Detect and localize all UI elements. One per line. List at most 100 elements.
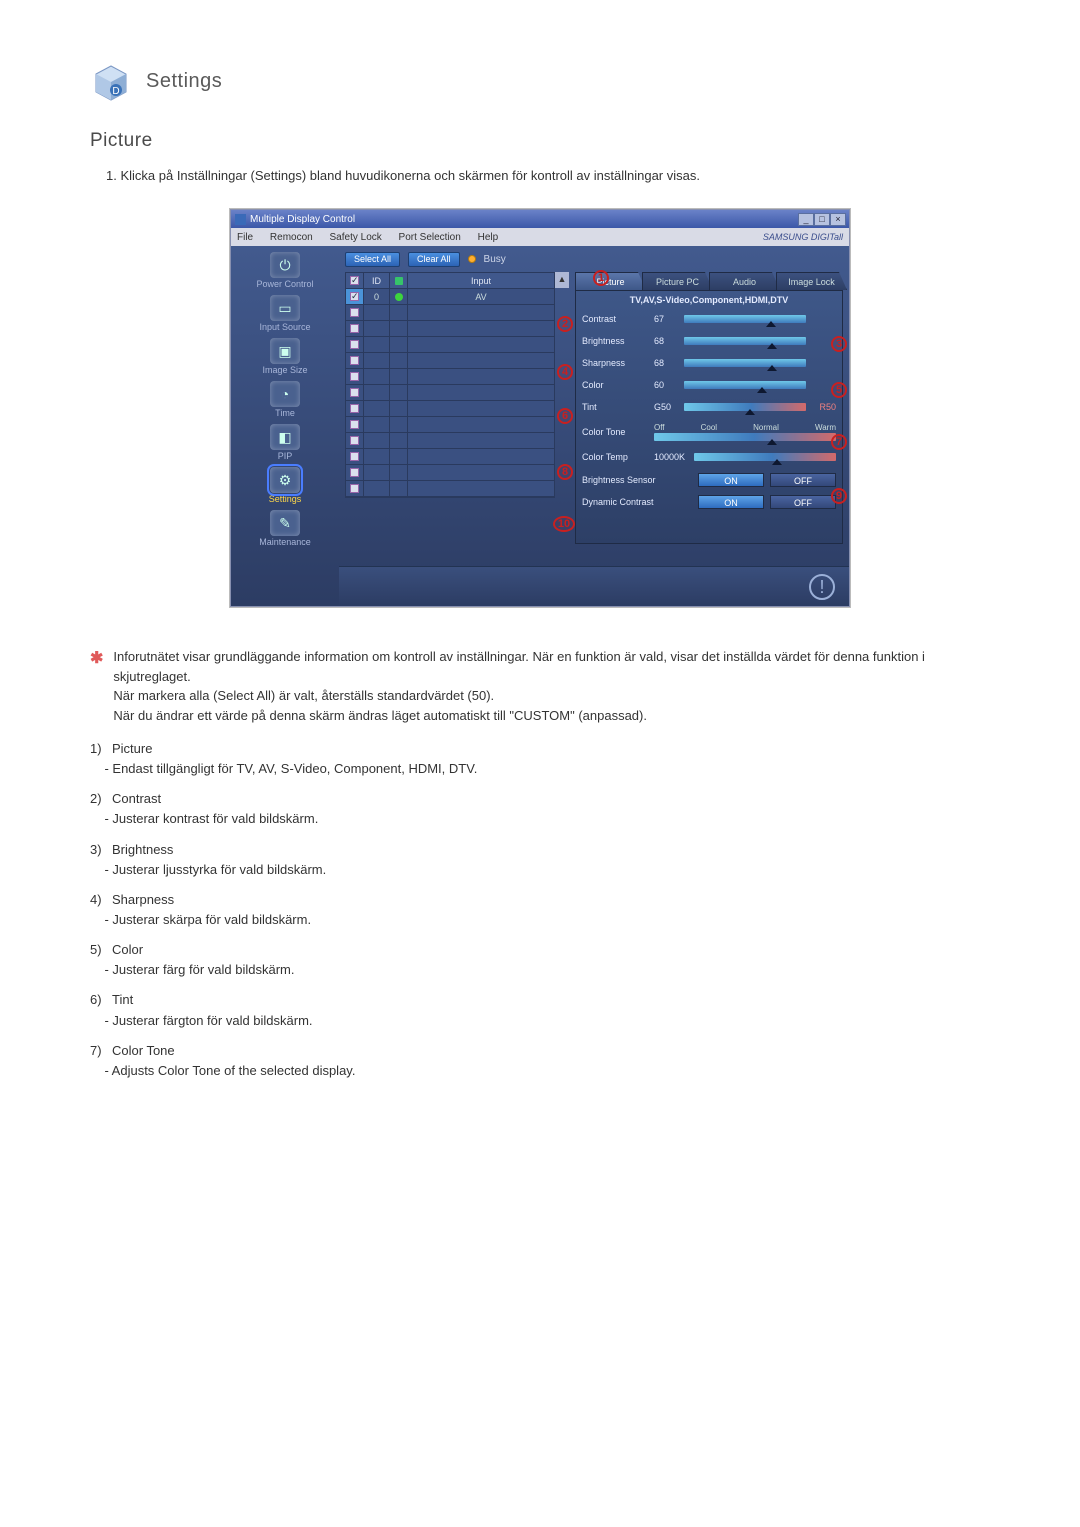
list-item: 4)Sharpness - Justerar skärpa för vald b… xyxy=(90,890,990,930)
color-tone-cool[interactable]: Cool xyxy=(701,423,717,432)
menu-help[interactable]: Help xyxy=(478,232,499,243)
tint-left: G50 xyxy=(654,402,684,412)
sidebar-item-power-control[interactable]: ⏻ Power Control xyxy=(235,252,335,289)
sharpness-label: Sharpness xyxy=(582,358,654,368)
tint-label: Tint xyxy=(582,402,654,412)
list-item: 6)Tint - Justerar färgton för vald bilds… xyxy=(90,990,990,1030)
sharpness-slider[interactable] xyxy=(684,359,806,367)
sidebar-item-label: PIP xyxy=(235,451,335,461)
menu-file[interactable]: File xyxy=(237,232,253,243)
table-row[interactable] xyxy=(346,337,554,353)
tab-picture[interactable]: Picture xyxy=(575,272,646,290)
sidebar-item-pip[interactable]: ◧ PIP xyxy=(235,424,335,461)
time-icon: ◔ xyxy=(270,381,300,407)
sharpness-value: 68 xyxy=(654,358,684,368)
display-grid: ID Input 0 AV xyxy=(345,272,555,498)
menu-safety-lock[interactable]: Safety Lock xyxy=(330,232,382,243)
color-tone-warm[interactable]: Warm xyxy=(815,423,836,432)
close-button[interactable]: × xyxy=(830,213,846,226)
sidebar-item-time[interactable]: ◔ Time xyxy=(235,381,335,418)
table-row[interactable] xyxy=(346,465,554,481)
numbered-list: 1)Picture - Endast tillgängligt för TV, … xyxy=(90,739,990,1081)
settings-panel: Picture Picture PC Audio Image Lock TV,A… xyxy=(575,272,843,562)
color-temp-value: 10000K xyxy=(654,452,694,462)
settings-icon: ⚙ xyxy=(270,467,300,493)
callout-10: 10 xyxy=(553,516,575,532)
tint-right: R50 xyxy=(806,402,836,412)
callout-6: 6 xyxy=(557,408,573,424)
brightness-sensor-off-button[interactable]: OFF xyxy=(770,473,836,487)
settings-cube-icon: D xyxy=(90,60,132,102)
table-row[interactable] xyxy=(346,449,554,465)
menu-port-selection[interactable]: Port Selection xyxy=(399,232,461,243)
clear-all-button[interactable]: Clear All xyxy=(408,252,460,267)
tab-audio[interactable]: Audio xyxy=(709,272,780,290)
sidebar-item-label: Settings xyxy=(235,494,335,504)
pip-icon: ◧ xyxy=(270,424,300,450)
row-id: 0 xyxy=(364,289,390,304)
grid-head-status xyxy=(390,273,408,288)
color-temp-slider[interactable] xyxy=(694,453,836,461)
brightness-sensor-on-button[interactable]: ON xyxy=(698,473,764,487)
window-titlebar: Multiple Display Control _ □ × xyxy=(231,210,849,228)
image-size-icon: ▣ xyxy=(270,338,300,364)
callout-8: 8 xyxy=(557,464,573,480)
table-row[interactable] xyxy=(346,481,554,497)
table-row[interactable] xyxy=(346,321,554,337)
sidebar-item-maintenance[interactable]: ✎ Maintenance xyxy=(235,510,335,547)
tab-image-lock[interactable]: Image Lock xyxy=(776,272,847,290)
color-tone-label: Color Tone xyxy=(582,427,654,437)
maintenance-icon: ✎ xyxy=(270,510,300,536)
table-row[interactable] xyxy=(346,305,554,321)
tab-picture-pc[interactable]: Picture PC xyxy=(642,272,713,290)
grid-head-check xyxy=(346,273,364,288)
input-source-icon: ▭ xyxy=(270,295,300,321)
sidebar-item-label: Power Control xyxy=(235,279,335,289)
brightness-slider[interactable] xyxy=(684,337,806,345)
list-item: 5)Color - Justerar färg för vald bildskä… xyxy=(90,940,990,980)
contrast-slider[interactable] xyxy=(684,315,806,323)
color-tone-off[interactable]: Off xyxy=(654,423,665,432)
tint-slider[interactable] xyxy=(684,403,806,411)
list-item: 7)Color Tone - Adjusts Color Tone of the… xyxy=(90,1041,990,1081)
grid-head-id: ID xyxy=(364,273,390,288)
row-checkbox[interactable] xyxy=(350,292,359,301)
color-slider[interactable] xyxy=(684,381,806,389)
color-tone-normal[interactable]: Normal xyxy=(753,423,779,432)
busy-label: Busy xyxy=(484,254,506,265)
window-title: Multiple Display Control xyxy=(250,214,355,225)
note-line-1: Inforutnätet visar grundläggande informa… xyxy=(113,647,990,686)
sidebar-item-settings[interactable]: ⚙ Settings xyxy=(235,467,335,504)
color-tone-slider[interactable] xyxy=(654,433,836,441)
scroll-up-button[interactable]: ▲ xyxy=(555,272,569,288)
busy-indicator-icon xyxy=(468,255,476,263)
sidebar-item-input-source[interactable]: ▭ Input Source xyxy=(235,295,335,332)
list-item: 1)Picture - Endast tillgängligt för TV, … xyxy=(90,739,990,779)
brightness-value: 68 xyxy=(654,336,684,346)
table-row[interactable] xyxy=(346,353,554,369)
callout-7: 7 xyxy=(831,434,847,450)
table-row[interactable] xyxy=(346,369,554,385)
select-all-button[interactable]: Select All xyxy=(345,252,400,267)
table-row[interactable] xyxy=(346,401,554,417)
table-row[interactable] xyxy=(346,417,554,433)
menubar: File Remocon Safety Lock Port Selection … xyxy=(231,228,849,246)
dynamic-contrast-off-button[interactable]: OFF xyxy=(770,495,836,509)
sidebar: ⏻ Power Control ▭ Input Source ▣ Image S… xyxy=(231,246,339,606)
contrast-value: 67 xyxy=(654,314,684,324)
app-window: Multiple Display Control _ □ × File Remo… xyxy=(230,209,850,607)
brand-label: SAMSUNG DIGITall xyxy=(763,232,843,242)
sidebar-item-label: Input Source xyxy=(235,322,335,332)
table-row[interactable] xyxy=(346,433,554,449)
sidebar-item-image-size[interactable]: ▣ Image Size xyxy=(235,338,335,375)
intro-text: 1. Klicka på Inställningar (Settings) bl… xyxy=(106,168,990,183)
minimize-button[interactable]: _ xyxy=(798,213,814,226)
dynamic-contrast-on-button[interactable]: ON xyxy=(698,495,764,509)
list-item: 2)Contrast - Justerar kontrast för vald … xyxy=(90,789,990,829)
table-row[interactable]: 0 AV xyxy=(346,289,554,305)
maximize-button[interactable]: □ xyxy=(814,213,830,226)
menu-remocon[interactable]: Remocon xyxy=(270,232,313,243)
sidebar-item-label: Image Size xyxy=(235,365,335,375)
table-row[interactable] xyxy=(346,385,554,401)
section-title: Picture xyxy=(90,130,990,152)
